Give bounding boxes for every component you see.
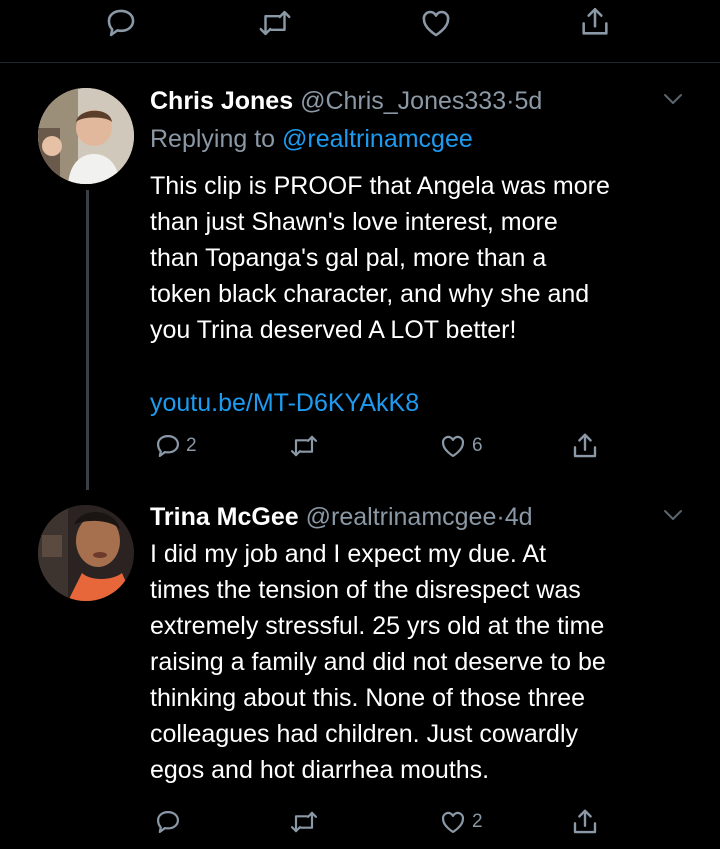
tweet2-author-name[interactable]: Trina McGee xyxy=(150,503,299,531)
tweet1-retweet-button[interactable] xyxy=(288,432,320,460)
chevron-down-icon xyxy=(662,92,684,106)
tweet2-reply-button[interactable] xyxy=(154,808,182,836)
tweet1-author-name[interactable]: Chris Jones xyxy=(150,87,293,115)
share-icon xyxy=(578,4,612,40)
share-icon xyxy=(570,430,600,462)
tweet1-author-handle[interactable]: @Chris_Jones333 xyxy=(300,87,506,115)
tweet2-timestamp[interactable]: 4d xyxy=(505,503,533,531)
tweet2-like-count: 2 xyxy=(472,811,483,832)
top-retweet-button[interactable] xyxy=(256,6,294,40)
tweet2-separator: · xyxy=(496,503,505,531)
tweet1-like-button[interactable]: 6 xyxy=(438,432,483,460)
tweet1-share-button[interactable] xyxy=(570,430,600,462)
top-share-button[interactable] xyxy=(578,4,612,40)
tweet2-more-button[interactable] xyxy=(662,508,684,522)
tweet2-retweet-button[interactable] xyxy=(288,808,320,836)
tweet2-header: Trina McGee @realtrinamcgee·4d xyxy=(150,502,533,532)
retweet-icon xyxy=(288,432,320,460)
heart-icon xyxy=(438,432,468,460)
replying-to-label: Replying to xyxy=(150,125,276,153)
tweet1-like-count: 6 xyxy=(472,435,483,456)
retweet-icon xyxy=(288,808,320,836)
trina-mcgee-avatar[interactable] xyxy=(38,505,134,601)
tweet1-timestamp[interactable]: 5d xyxy=(514,87,542,115)
tweet2-text: I did my job and I expect my due. At tim… xyxy=(150,540,606,784)
tweet1-more-button[interactable] xyxy=(662,92,684,106)
heart-icon xyxy=(438,808,468,836)
divider xyxy=(0,62,720,63)
chevron-down-icon xyxy=(662,508,684,522)
reply-icon xyxy=(154,808,182,836)
tweet1-header: Chris Jones @Chris_Jones333·5d xyxy=(150,86,542,116)
tweet2-author-handle[interactable]: @realtrinamcgee xyxy=(306,503,497,531)
top-action-bar xyxy=(0,0,720,60)
heart-icon xyxy=(418,6,454,40)
share-icon xyxy=(570,806,600,838)
replying-to-handle[interactable]: @realtrinamcgee xyxy=(282,125,473,153)
tweet1-reply-button[interactable]: 2 xyxy=(154,432,197,460)
top-like-button[interactable] xyxy=(418,6,454,40)
tweet2-share-button[interactable] xyxy=(570,806,600,838)
tweet1-link[interactable]: youtu.be/MT-D6KYAkK8 xyxy=(150,388,419,418)
retweet-icon xyxy=(256,6,294,40)
thread-line xyxy=(86,190,89,490)
reply-icon xyxy=(154,432,182,460)
chris-jones-avatar[interactable] xyxy=(38,88,134,184)
reply-icon xyxy=(104,6,138,40)
tweet1-text: This clip is PROOF that Angela was more … xyxy=(150,172,610,344)
tweet2-like-button[interactable]: 2 xyxy=(438,808,483,836)
tweet1-replying-to: Replying to @realtrinamcgee xyxy=(150,124,473,154)
tweet1-reply-count: 2 xyxy=(186,435,197,456)
top-reply-button[interactable] xyxy=(104,6,138,40)
